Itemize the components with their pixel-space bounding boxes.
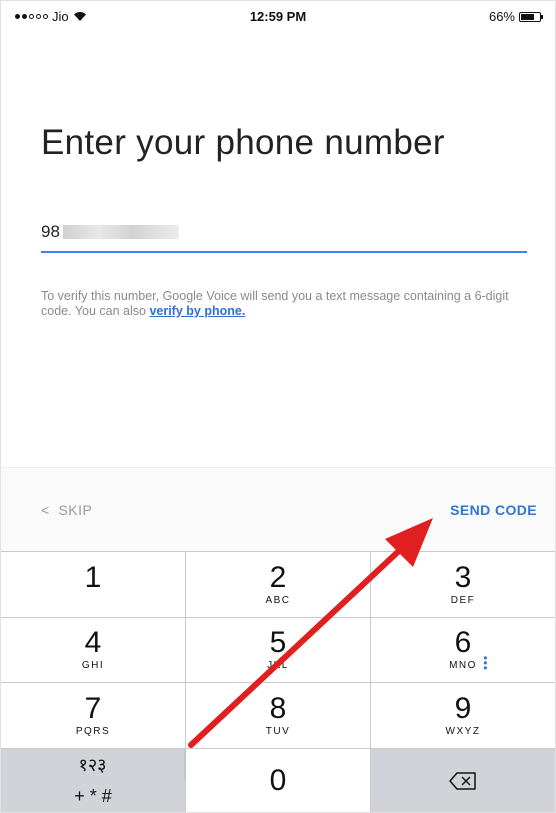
key-9[interactable]: 9 WXYZ bbox=[371, 683, 555, 748]
key-letters: DEF bbox=[450, 594, 476, 606]
clock: 12:59 PM bbox=[249, 9, 307, 24]
backspace-icon bbox=[449, 772, 476, 790]
verification-helper-text: To verify this number, Google Voice will… bbox=[41, 289, 511, 319]
key-6[interactable]: 6 MNO • • • bbox=[371, 617, 555, 682]
key-digit: 5 bbox=[269, 626, 287, 660]
page-title: Enter your phone number bbox=[41, 123, 445, 162]
chevron-left-icon: < bbox=[41, 502, 59, 518]
key-digit: 0 bbox=[269, 763, 287, 797]
battery-icon bbox=[519, 11, 543, 22]
key-digit: 9 bbox=[454, 691, 472, 725]
verify-by-phone-link[interactable]: verify by phone. bbox=[149, 304, 245, 318]
skip-label: SKIP bbox=[58, 502, 93, 518]
battery-status: 66% bbox=[488, 9, 543, 24]
screen: Jio 12:59 PM 66% Enter your phone number… bbox=[0, 0, 556, 813]
phone-number-value: 98 bbox=[41, 222, 60, 241]
key-2[interactable]: 2 ABC bbox=[186, 552, 370, 617]
key-digit: 2 bbox=[269, 560, 287, 594]
key-4[interactable]: 4 GHI bbox=[1, 617, 185, 682]
key-digit: 4 bbox=[84, 626, 102, 660]
key-3[interactable]: 3 DEF bbox=[371, 552, 555, 617]
key-letters: MNO • • • bbox=[449, 652, 487, 674]
redacted-digits bbox=[62, 225, 179, 239]
numeric-keypad: 1 2 ABC 3 DEF 4 GHI 5 JKL 6 MNO • • • 7 PQR… bbox=[1, 551, 555, 812]
key-letters: ABC bbox=[265, 594, 291, 606]
more-dots-icon: • • • bbox=[483, 651, 489, 676]
key-8[interactable]: 8 TUV bbox=[186, 683, 370, 748]
key-letters-text: MNO bbox=[449, 660, 477, 672]
key-0[interactable]: 0 bbox=[186, 748, 370, 812]
battery-percent: 66% bbox=[488, 9, 515, 24]
helper-text: To verify this number, Google Voice will… bbox=[41, 289, 509, 318]
key-letters: JKL bbox=[267, 660, 289, 672]
key-5[interactable]: 5 JKL bbox=[186, 617, 370, 682]
key-letters: GHI bbox=[81, 660, 105, 672]
key-digit: 8 bbox=[269, 691, 287, 725]
phone-number-input[interactable]: 98 bbox=[41, 213, 527, 253]
key-digit: 1 bbox=[84, 560, 102, 594]
backspace-key[interactable] bbox=[371, 748, 555, 812]
key-digit: 6 bbox=[454, 626, 472, 660]
keyboard-switch-keys: १२३ + * # bbox=[1, 748, 185, 812]
symbols-key[interactable]: + * # bbox=[1, 781, 185, 812]
key-letters: TUV bbox=[265, 725, 291, 737]
skip-button[interactable]: < SKIP bbox=[41, 502, 92, 518]
status-bar: Jio 12:59 PM 66% bbox=[1, 1, 555, 31]
key-digit: 3 bbox=[454, 560, 472, 594]
numeral-switch-key[interactable]: १२३ bbox=[1, 748, 185, 781]
key-letters: PQRS bbox=[75, 725, 111, 737]
key-7[interactable]: 7 PQRS bbox=[1, 683, 185, 748]
key-digit: 7 bbox=[84, 691, 102, 725]
action-bar: < SKIP SEND CODE bbox=[1, 467, 555, 552]
key-letters: WXYZ bbox=[445, 725, 481, 737]
key-1[interactable]: 1 bbox=[1, 552, 185, 617]
send-code-button[interactable]: SEND CODE bbox=[450, 502, 537, 518]
